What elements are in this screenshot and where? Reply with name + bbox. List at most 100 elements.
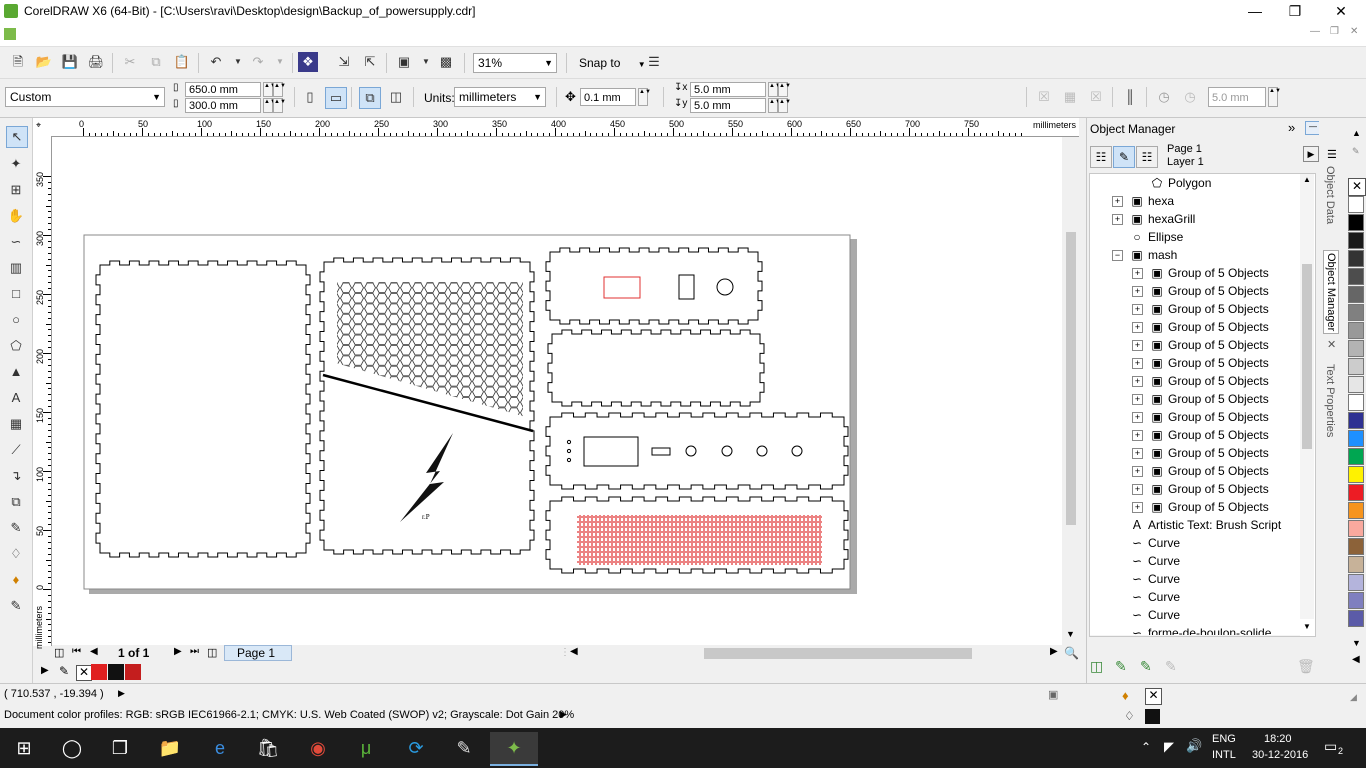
palette-scroll-down-icon[interactable]: ▼: [1352, 638, 1361, 648]
tree-item[interactable]: ∽ Curve: [1090, 588, 1298, 606]
tree-item[interactable]: ∽ Curve: [1090, 552, 1298, 570]
ruler-corner-icon[interactable]: ⌖: [36, 120, 41, 131]
bleed-show-icon[interactable]: ◷: [1180, 87, 1200, 107]
tree-item[interactable]: + ▣ hexa: [1090, 192, 1298, 210]
expand-toggle-icon[interactable]: +: [1132, 268, 1143, 279]
connector-tool-icon[interactable]: ↴: [6, 466, 26, 486]
page-width-input[interactable]: 650.0 mm: [185, 82, 261, 97]
page-setup-icon[interactable]: ◫: [54, 646, 64, 659]
vertical-ruler[interactable]: 350 300 250 200 150 100 50 0 millimeters: [33, 136, 52, 649]
no-color-swatch[interactable]: ✕: [76, 665, 92, 681]
expand-toggle-icon[interactable]: +: [1132, 448, 1143, 459]
show-edit-layers-icon[interactable]: ✎: [1113, 146, 1135, 168]
page-height-input[interactable]: 300.0 mm: [185, 98, 261, 113]
new-document-icon[interactable]: 🗎: [8, 52, 28, 72]
show-properties-icon[interactable]: ☷: [1090, 146, 1112, 168]
zoom-navigator-icon[interactable]: 🔍: [1064, 646, 1079, 660]
expand-toggle-icon[interactable]: +: [1132, 304, 1143, 315]
layer-manager-view-icon[interactable]: ☷: [1136, 146, 1158, 168]
tree-item[interactable]: + ▣ Group of 5 Objects: [1090, 480, 1298, 498]
paste-icon[interactable]: 📋: [172, 52, 192, 72]
new-layer-icon[interactable]: ◫: [1090, 658, 1103, 675]
color-swatch[interactable]: [1348, 448, 1364, 465]
text-tool-icon[interactable]: A: [6, 388, 26, 408]
lock-ratio-icon[interactable]: ▲▼: [273, 82, 286, 97]
import-icon[interactable]: ⇲: [334, 52, 354, 72]
doc-close-button[interactable]: ✕: [1350, 26, 1358, 37]
tree-item[interactable]: + ▣ Group of 5 Objects: [1090, 498, 1298, 516]
tree-vscroll[interactable]: ▲ ▼: [1300, 174, 1314, 631]
edit-icon[interactable]: ▦: [1060, 87, 1080, 107]
tabs-menu-icon[interactable]: ☰: [1327, 148, 1337, 161]
eyedropper-tool-icon[interactable]: ✎: [6, 518, 26, 538]
tree-item[interactable]: + ▣ Group of 5 Objects: [1090, 462, 1298, 480]
tree-scroll-right-icon[interactable]: ▶: [1290, 635, 1296, 636]
color-swatch[interactable]: [1348, 394, 1364, 411]
expand-toggle-icon[interactable]: +: [1132, 502, 1143, 513]
snap-grid-icon[interactable]: ☒: [1086, 87, 1106, 107]
color-swatch[interactable]: [1348, 376, 1364, 393]
tab-object-manager[interactable]: Object Manager: [1323, 250, 1339, 335]
tree-scroll-thumb[interactable]: [1302, 264, 1312, 449]
tab-object-data[interactable]: Object Data: [1324, 166, 1336, 224]
tree-scroll-up-icon[interactable]: ▲: [1303, 175, 1311, 184]
nudge-spinner[interactable]: ▲▼: [638, 88, 651, 106]
paint-app-icon[interactable]: ✎: [448, 732, 480, 764]
zoom-level-select[interactable]: 31% ▼: [473, 53, 557, 73]
duplicate-y-spinner-2[interactable]: ▲▼: [778, 98, 791, 113]
tree-item[interactable]: + ▣ Group of 5 Objects: [1090, 336, 1298, 354]
file-explorer-icon[interactable]: 📁: [154, 732, 186, 764]
color-swatch[interactable]: [1348, 466, 1364, 483]
expand-toggle-icon[interactable]: +: [1112, 214, 1123, 225]
application-launcher-icon[interactable]: ▣: [394, 52, 414, 72]
expand-toggle-icon[interactable]: +: [1132, 286, 1143, 297]
height-spinner-2[interactable]: ▲▼: [273, 98, 286, 113]
expand-toggle-icon[interactable]: +: [1132, 322, 1143, 333]
color-swatch[interactable]: [1348, 592, 1364, 609]
cut-icon[interactable]: ✂: [120, 52, 140, 72]
save-icon[interactable]: 💾: [60, 52, 80, 72]
docker-options-icon[interactable]: ▶: [1303, 146, 1319, 162]
eyedropper-icon[interactable]: ✎: [59, 664, 69, 678]
new-master-layer-odd-icon[interactable]: ✎: [1140, 658, 1152, 675]
color-swatch[interactable]: [1348, 340, 1364, 357]
tab-text-properties[interactable]: Text Properties: [1324, 364, 1336, 437]
page-preset-select[interactable]: Custom ▼: [5, 87, 165, 107]
tree-item[interactable]: ∽ Curve: [1090, 534, 1298, 552]
shape-tool-icon[interactable]: ✦: [6, 154, 26, 174]
tree-item[interactable]: + ▣ hexaGrill: [1090, 210, 1298, 228]
tree-item[interactable]: ⬠ Polygon: [1090, 174, 1298, 192]
color-swatch[interactable]: [1348, 520, 1364, 537]
vertical-scrollbar[interactable]: ▼: [1062, 137, 1079, 645]
no-fill-swatch[interactable]: ✕: [1348, 178, 1366, 196]
duplicate-x-spinner-2[interactable]: ▲▼: [778, 82, 791, 97]
expand-toggle-icon[interactable]: +: [1132, 430, 1143, 441]
duplicate-x-spinner[interactable]: ▲▼: [768, 82, 781, 97]
tree-item[interactable]: ∽ Curve: [1090, 606, 1298, 624]
search-icon[interactable]: ◯: [56, 732, 88, 764]
duplicate-y-spinner[interactable]: ▲▼: [768, 98, 781, 113]
notification-icon[interactable]: ▭: [1324, 738, 1337, 755]
status-resize-icon[interactable]: ◢: [1350, 692, 1357, 703]
tree-item[interactable]: − ▣ mash: [1090, 246, 1298, 264]
scroll-right-icon[interactable]: ▶: [1050, 646, 1058, 657]
keyboard-layout-label[interactable]: INTL: [1212, 749, 1236, 761]
duplicate-x-input[interactable]: 5.0 mm: [690, 82, 766, 97]
next-page-icon[interactable]: ▶: [174, 646, 182, 657]
color-swatch[interactable]: [1348, 484, 1364, 501]
snap-to-button[interactable]: Snap to ▼: [579, 56, 646, 70]
fill-none-swatch[interactable]: ✕: [1145, 688, 1162, 705]
polygon-tool-icon[interactable]: ⬠: [6, 336, 26, 356]
color-swatch[interactable]: [1348, 538, 1364, 555]
expand-toggle-icon[interactable]: +: [1132, 394, 1143, 405]
table-tool-icon[interactable]: ▦: [6, 414, 26, 434]
color-swatch[interactable]: [1348, 268, 1364, 285]
darkred-swatch[interactable]: [125, 664, 141, 680]
export-icon[interactable]: ⇱: [360, 52, 380, 72]
tree-scroll-down-icon[interactable]: ▼: [1303, 622, 1311, 631]
docker-expand-icon[interactable]: »: [1288, 120, 1295, 135]
expand-toggle-icon[interactable]: +: [1132, 466, 1143, 477]
nudge-distance-input[interactable]: 0.1 mm: [580, 88, 636, 106]
redo-icon[interactable]: ↷: [248, 52, 268, 72]
treat-as-filled-icon[interactable]: ☒: [1034, 87, 1054, 107]
